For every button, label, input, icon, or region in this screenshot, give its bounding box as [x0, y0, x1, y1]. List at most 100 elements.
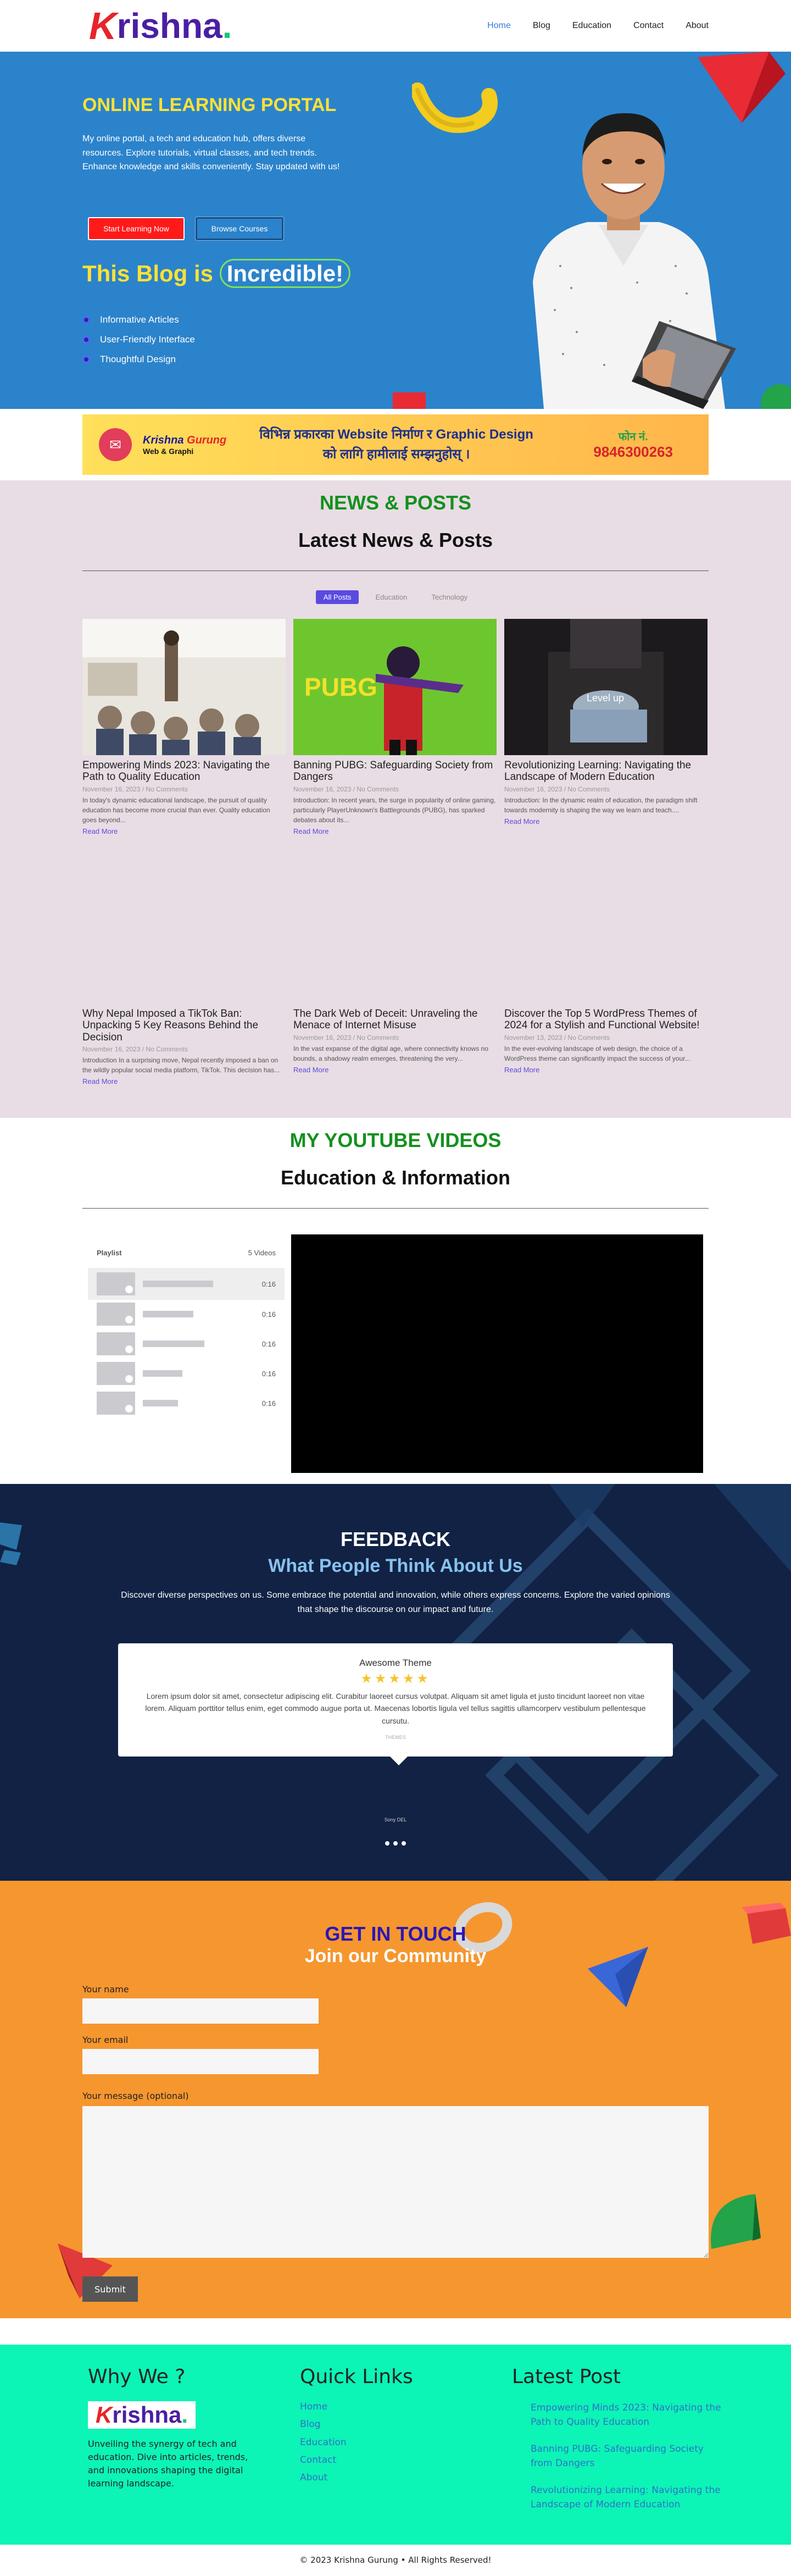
playlist-item[interactable]: 0:16	[88, 1328, 285, 1359]
video-player[interactable]	[291, 1234, 703, 1473]
copyright: © 2023 Krishna Gurung • All Rights Reser…	[0, 2545, 791, 2576]
video-title-placeholder	[143, 1311, 193, 1317]
banner-line-2: को लागि हामीलाई सम्झनुहोस् ।	[322, 447, 470, 462]
name-field[interactable]	[82, 1998, 319, 2024]
green-dome-shape	[711, 2194, 761, 2249]
main-nav: Home Blog Education Contact About	[487, 21, 709, 31]
post-comments[interactable]: No Comments	[567, 1034, 610, 1042]
submit-button[interactable]: Submit	[82, 2276, 138, 2302]
post-comments[interactable]: No Comments	[567, 785, 610, 793]
logo-k: K	[89, 4, 117, 47]
footer-link-education[interactable]: Education	[300, 2434, 413, 2451]
testimonial-source: THEMES	[385, 1735, 406, 1741]
nav-blog[interactable]: Blog	[533, 21, 550, 31]
nav-about[interactable]: About	[686, 21, 709, 31]
filter-education[interactable]: Education	[367, 590, 415, 604]
video-thumbnail	[97, 1272, 135, 1295]
bullet-icon	[82, 356, 90, 363]
latest-post-title: Latest Post	[512, 2366, 621, 2388]
post-title[interactable]: Why Nepal Imposed a TikTok Ban: Unpackin…	[82, 1008, 286, 1043]
contact-section: GET IN TOUCH Join our Community Your nam…	[0, 1881, 791, 2318]
footer-about-text: Unveiling the synergy of tech and educat…	[88, 2439, 248, 2489]
footer-link-contact[interactable]: Contact	[300, 2451, 413, 2469]
post-excerpt: In the vast expanse of the digital age, …	[293, 1044, 488, 1062]
post-comments[interactable]: No Comments	[356, 785, 399, 793]
video-playlist: Playlist 5 Videos 0:16 0:16 0:16 0:16 0:…	[88, 1237, 285, 1472]
carousel-dot[interactable]	[402, 1841, 406, 1846]
site-logo[interactable]: Krishna.	[89, 7, 232, 45]
logo-dot: .	[222, 6, 232, 46]
playlist-item[interactable]: 0:16	[88, 1359, 285, 1388]
feature-label: Thoughtful Design	[100, 354, 176, 364]
nav-contact[interactable]: Contact	[633, 21, 664, 31]
feature-item: Informative Articles	[82, 310, 195, 330]
news-eyebrow: NEWS & POSTS	[319, 491, 472, 514]
read-more-link[interactable]: Read More	[504, 1066, 708, 1074]
video-duration: 0:16	[261, 1399, 276, 1408]
post-title[interactable]: The Dark Web of Deceit: Unraveling the M…	[293, 1008, 497, 1032]
playlist-item[interactable]: 0:16	[88, 1300, 285, 1328]
levelup-image-text: Level up	[587, 693, 624, 703]
post-filters: All Posts Education Technology	[0, 590, 791, 604]
post-title[interactable]: Discover the Top 5 WordPress Themes of 2…	[504, 1008, 708, 1032]
footer-link-about[interactable]: About	[300, 2469, 413, 2486]
footer-link-blog[interactable]: Blog	[300, 2416, 413, 2433]
message-field[interactable]	[82, 2106, 709, 2258]
footer-about-title: Why We ?	[88, 2366, 186, 2388]
banner-line-1: विभिन्न प्रकारका Website निर्माण र Graph…	[259, 427, 533, 442]
post-title[interactable]: Revolutionizing Learning: Navigating the…	[504, 760, 708, 783]
banner-brand-second: Gurung	[187, 434, 227, 446]
post-meta: November 16, 2023 / No Comments	[504, 785, 610, 793]
browse-courses-button[interactable]: Browse Courses	[196, 217, 283, 240]
read-more-link[interactable]: Read More	[82, 827, 286, 835]
filter-technology[interactable]: Technology	[424, 590, 475, 604]
post-meta: November 16, 2023 / No Comments	[82, 1045, 188, 1053]
feature-item: User-Friendly Interface	[82, 330, 195, 350]
carousel-dot[interactable]	[393, 1841, 398, 1846]
footer-about: Why We ? Krishna. Unveiling the synergy …	[88, 2366, 264, 2490]
post-image-levelup[interactable]: Level up	[504, 619, 708, 755]
email-field[interactable]	[82, 2049, 319, 2074]
promo-banner[interactable]: ✉ Krishna Gurung Web & Graphi विभिन्न प्…	[82, 414, 709, 475]
hero-title: ONLINE LEARNING PORTAL	[82, 95, 337, 115]
footer-post-link[interactable]: Empowering Minds 2023: Navigating the Pa…	[531, 2401, 723, 2429]
post-date: November 16, 2023	[504, 785, 562, 793]
filter-all-posts[interactable]: All Posts	[315, 590, 359, 604]
post-comments[interactable]: No Comments	[146, 1045, 188, 1053]
video-thumbnail	[97, 1392, 135, 1415]
nav-home[interactable]: Home	[487, 21, 511, 31]
post-image-pubg[interactable]: PUBG	[293, 619, 497, 755]
post-excerpt: Introduction: In the dynamic realm of ed…	[504, 796, 698, 814]
footer-logo[interactable]: Krishna.	[88, 2401, 196, 2429]
video-thumbnail	[97, 1332, 135, 1355]
footer-post-link[interactable]: Revolutionizing Learning: Navigating the…	[531, 2484, 723, 2512]
post-card: Why Nepal Imposed a TikTok Ban: Unpackin…	[82, 1004, 286, 1085]
green-dome-shape	[761, 384, 791, 409]
footer-link-home[interactable]: Home	[300, 2398, 413, 2416]
bullet-icon	[82, 336, 90, 344]
post-title[interactable]: Banning PUBG: Safeguarding Society from …	[293, 760, 497, 783]
start-learning-button[interactable]: Start Learning Now	[88, 217, 185, 240]
post-card: Discover the Top 5 WordPress Themes of 2…	[504, 1004, 708, 1074]
read-more-link[interactable]: Read More	[504, 817, 708, 826]
bullet-icon	[82, 316, 90, 324]
post-title[interactable]: Empowering Minds 2023: Navigating the Pa…	[82, 760, 286, 783]
nav-education[interactable]: Education	[572, 21, 611, 31]
read-more-link[interactable]: Read More	[293, 827, 497, 835]
video-title-placeholder	[143, 1340, 204, 1347]
footer-post-link[interactable]: Banning PUBG: Safeguarding Society from …	[531, 2442, 723, 2470]
carousel-dot[interactable]	[385, 1841, 389, 1846]
post-comments[interactable]: No Comments	[356, 1034, 399, 1042]
video-duration: 0:16	[261, 1279, 276, 1288]
post-image-classroom[interactable]	[82, 619, 286, 755]
read-more-link[interactable]: Read More	[82, 1077, 286, 1085]
post-excerpt: In today's dynamic educational landscape…	[82, 796, 270, 824]
read-more-link[interactable]: Read More	[293, 1066, 497, 1074]
playlist-item[interactable]: 0:16	[88, 1268, 285, 1300]
post-comments[interactable]: No Comments	[146, 785, 188, 793]
playlist-item[interactable]: 0:16	[88, 1388, 285, 1419]
rating-stars-icon: ★★★★★	[360, 1671, 431, 1686]
pubg-image: PUBG	[293, 619, 497, 755]
footer-logo-dot: .	[181, 2402, 188, 2428]
post-excerpt: Introduction: In recent years, the surge…	[293, 796, 496, 824]
